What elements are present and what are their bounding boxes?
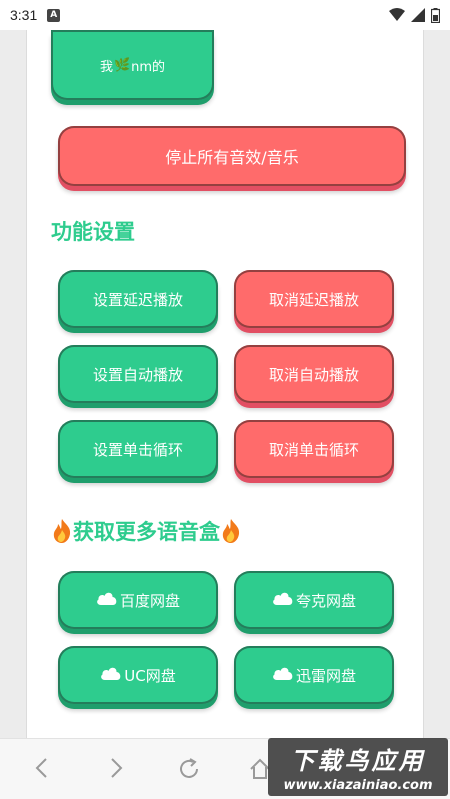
- set-auto-play-button[interactable]: 设置自动播放: [58, 345, 218, 403]
- more-voice-boxes-title: 获取更多语音盒: [51, 516, 242, 546]
- uc-netdisk-label: UC网盘: [124, 666, 176, 685]
- cloud-icon: [100, 666, 122, 684]
- quark-netdisk-button[interactable]: 夸克网盘: [234, 571, 394, 629]
- battery-icon: [431, 7, 440, 23]
- cancel-delay-play-button[interactable]: 取消延迟播放: [234, 270, 394, 328]
- set-delay-play-button[interactable]: 设置延迟播放: [58, 270, 218, 328]
- baidu-netdisk-label: 百度网盘: [119, 591, 180, 610]
- top-button-label-prefix: 我: [99, 59, 113, 75]
- cancel-auto-play-button[interactable]: 取消自动播放: [234, 345, 394, 403]
- set-click-loop-button[interactable]: 设置单击循环: [58, 420, 218, 478]
- watermark: 下载鸟应用 www.xiazainiao.com: [268, 738, 448, 796]
- cancel-click-loop-button[interactable]: 取消单击循环: [234, 420, 394, 478]
- stop-all-sounds-button[interactable]: 停止所有音效/音乐: [58, 126, 406, 186]
- watermark-main-text: 下载鸟应用: [290, 747, 426, 775]
- status-time: 3:31: [10, 7, 38, 23]
- status-icons: [389, 7, 440, 23]
- refresh-icon[interactable]: [177, 757, 201, 785]
- baidu-netdisk-button[interactable]: 百度网盘: [58, 571, 218, 629]
- xunlei-netdisk-button[interactable]: 迅雷网盘: [234, 646, 394, 704]
- forward-icon[interactable]: [108, 757, 124, 783]
- fire-icon: [51, 518, 73, 544]
- fire-icon: [220, 518, 242, 544]
- settings-section-title-text: 功能设置: [51, 220, 135, 244]
- leaf-icon: 🌿: [113, 57, 131, 73]
- status-bar: 3:31 A: [0, 0, 450, 30]
- back-icon[interactable]: [34, 757, 50, 783]
- uc-netdisk-button[interactable]: UC网盘: [58, 646, 218, 704]
- page-content: 我 🌿 nm的 停止所有音效/音乐 功能设置 设置延迟播放 取消延迟播放 设置自…: [26, 30, 424, 738]
- cloud-icon: [272, 666, 294, 684]
- notification-icon: A: [47, 8, 61, 22]
- more-voice-boxes-title-text: 获取更多语音盒: [73, 520, 220, 544]
- top-button-label-suffix: nm的: [131, 59, 166, 75]
- watermark-url: www.xiazainiao.com: [283, 778, 433, 793]
- wifi-icon: [389, 8, 405, 22]
- xunlei-netdisk-label: 迅雷网盘: [295, 666, 356, 685]
- cloud-icon: [272, 591, 294, 609]
- quark-netdisk-label: 夸克网盘: [295, 591, 356, 610]
- top-button[interactable]: 我 🌿 nm的: [51, 30, 214, 100]
- signal-icon: [411, 8, 425, 22]
- settings-section-title: 功能设置: [51, 216, 135, 246]
- cloud-icon: [96, 591, 118, 609]
